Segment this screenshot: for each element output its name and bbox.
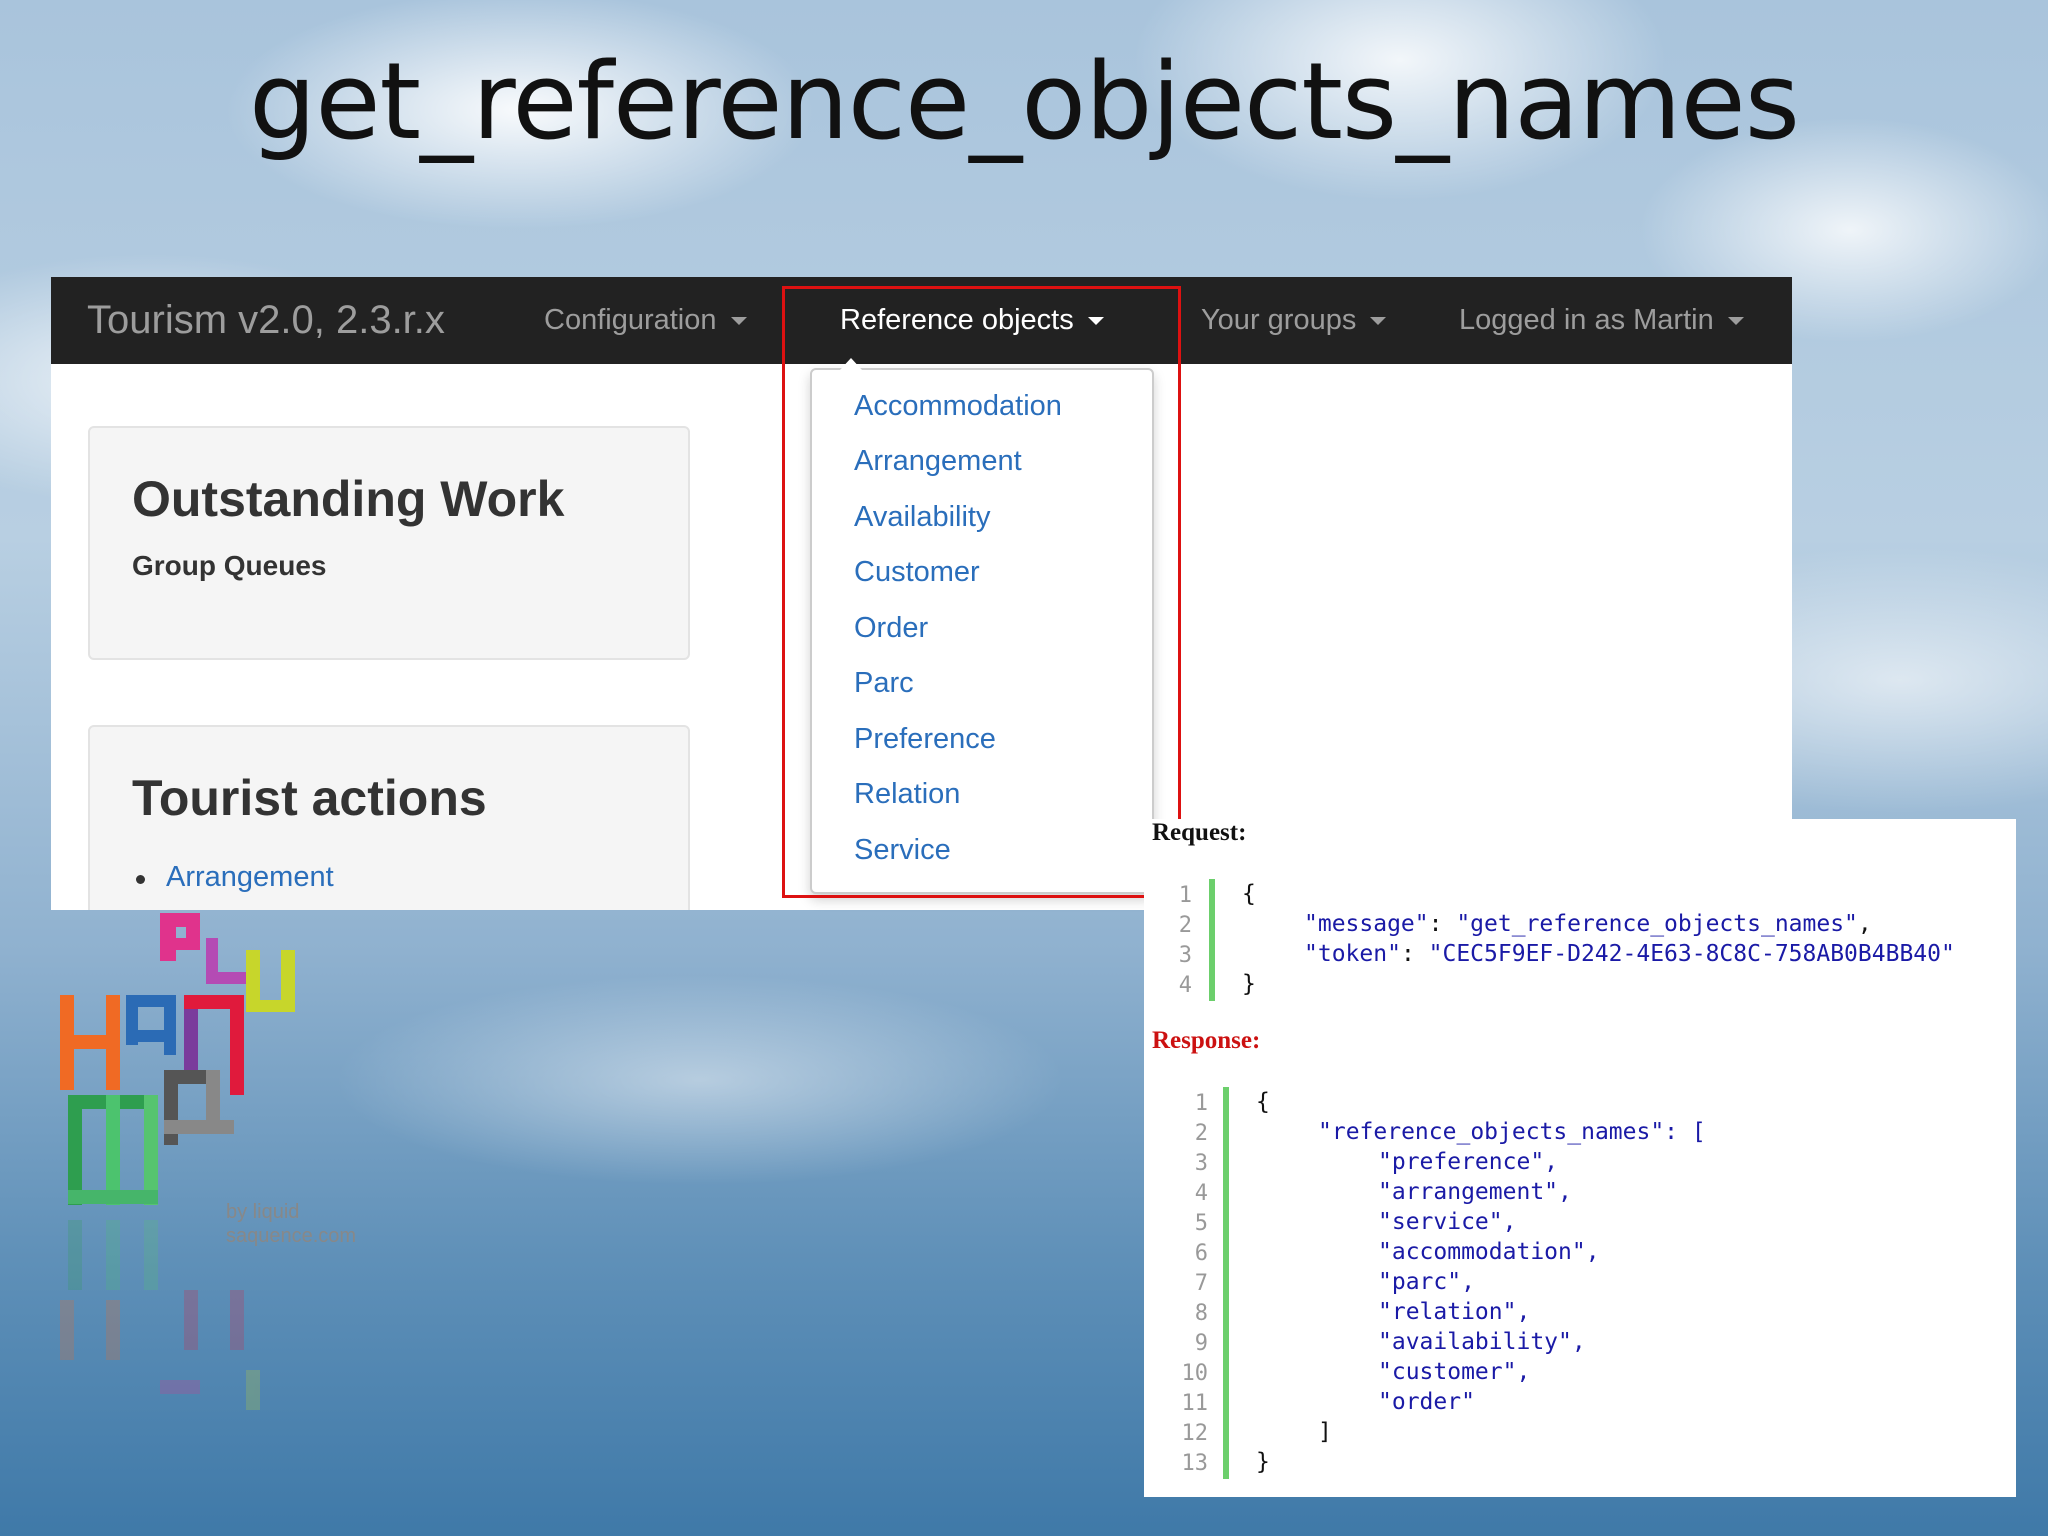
json-key: "message": [1304, 911, 1429, 937]
request-label: Request:: [1152, 819, 1247, 846]
chevron-down-icon: [1370, 316, 1387, 325]
response-label: Response:: [1152, 1027, 1261, 1054]
code-line: "accommodation",: [1378, 1239, 1600, 1265]
line-number: 3: [1194, 1151, 1208, 1176]
nav-user-menu-label: Logged in as Martin: [1459, 304, 1714, 336]
logo-credit-line1: by liquid: [226, 1201, 300, 1223]
code-line: {: [1256, 1089, 1270, 1115]
nav-user-menu[interactable]: Logged in as Martin: [1459, 277, 1744, 364]
json-key: "token": [1304, 941, 1401, 967]
line-number: 2: [1194, 1121, 1208, 1146]
nav-configuration[interactable]: Configuration: [544, 277, 747, 364]
request-gutter: [1209, 879, 1215, 1001]
code-line: "relation",: [1378, 1299, 1531, 1325]
code-line: }: [1242, 971, 1256, 997]
slide-title: get_reference_objects_names: [249, 40, 1800, 163]
harmony-logo: [60, 913, 295, 1410]
line-number: 10: [1181, 1361, 1209, 1386]
line-number: 8: [1194, 1301, 1208, 1326]
line-number: 6: [1194, 1241, 1208, 1266]
line-number: 11: [1181, 1391, 1209, 1416]
line-number: 7: [1194, 1271, 1208, 1296]
line-number: 1: [1178, 883, 1192, 908]
code-line: ]: [1318, 1419, 1332, 1445]
highlight-box: [782, 286, 1181, 898]
nav-configuration-label: Configuration: [544, 304, 717, 336]
code-line: "preference",: [1378, 1149, 1559, 1175]
chevron-down-icon: [1727, 316, 1744, 325]
json-value: "CEC5F9EF-D242-4E63-8C8C-758AB0B4BB40": [1428, 941, 1955, 967]
nav-your-groups[interactable]: Your groups: [1201, 277, 1387, 364]
code-line: {: [1242, 881, 1256, 907]
code-panel: Request: 1 { 2 "message": "get_reference…: [1144, 819, 2016, 1497]
code-line: "reference_objects_names": [: [1318, 1119, 1706, 1145]
logo-credit: by liquid saquence.com: [226, 1200, 356, 1248]
chevron-down-icon: [730, 316, 747, 325]
line-number: 13: [1181, 1451, 1209, 1476]
code-line: "order": [1378, 1389, 1475, 1415]
nav-your-groups-label: Your groups: [1201, 304, 1357, 336]
json-value: "get_reference_objects_names": [1456, 911, 1858, 937]
outstanding-work-title: Outstanding Work: [132, 471, 565, 527]
outstanding-work-panel: Outstanding Work Group Queues: [88, 426, 690, 660]
code-line: "service",: [1378, 1209, 1517, 1235]
line-number: 1: [1194, 1091, 1208, 1116]
line-number: 4: [1178, 973, 1192, 998]
code-line: "parc",: [1378, 1269, 1475, 1295]
code-line: "availability",: [1378, 1329, 1586, 1355]
line-number: 3: [1178, 943, 1192, 968]
logo-credit-line2: saquence.com: [226, 1225, 357, 1247]
tourist-actions-panel: Tourist actions Arrangement: [88, 725, 690, 910]
code-line: "customer",: [1378, 1359, 1531, 1385]
tourist-action-arrangement[interactable]: Arrangement: [132, 861, 688, 894]
code-line: }: [1256, 1449, 1270, 1475]
line-number: 2: [1178, 913, 1192, 938]
group-queues-label: Group Queues: [132, 550, 327, 581]
line-number: 4: [1194, 1181, 1208, 1206]
tourist-actions-list: Arrangement: [132, 861, 688, 894]
line-number: 5: [1194, 1211, 1208, 1236]
code-line: "arrangement",: [1378, 1179, 1572, 1205]
code-line: "token": "CEC5F9EF-D242-4E63-8C8C-758AB0…: [1304, 941, 1955, 967]
response-gutter: [1223, 1087, 1229, 1479]
line-number: 9: [1194, 1331, 1208, 1356]
tourist-actions-title: Tourist actions: [132, 770, 487, 826]
brand[interactable]: Tourism v2.0, 2.3.r.x: [87, 298, 517, 343]
code-line: "message": "get_reference_objects_names"…: [1304, 911, 1872, 937]
line-number: 12: [1181, 1421, 1209, 1446]
